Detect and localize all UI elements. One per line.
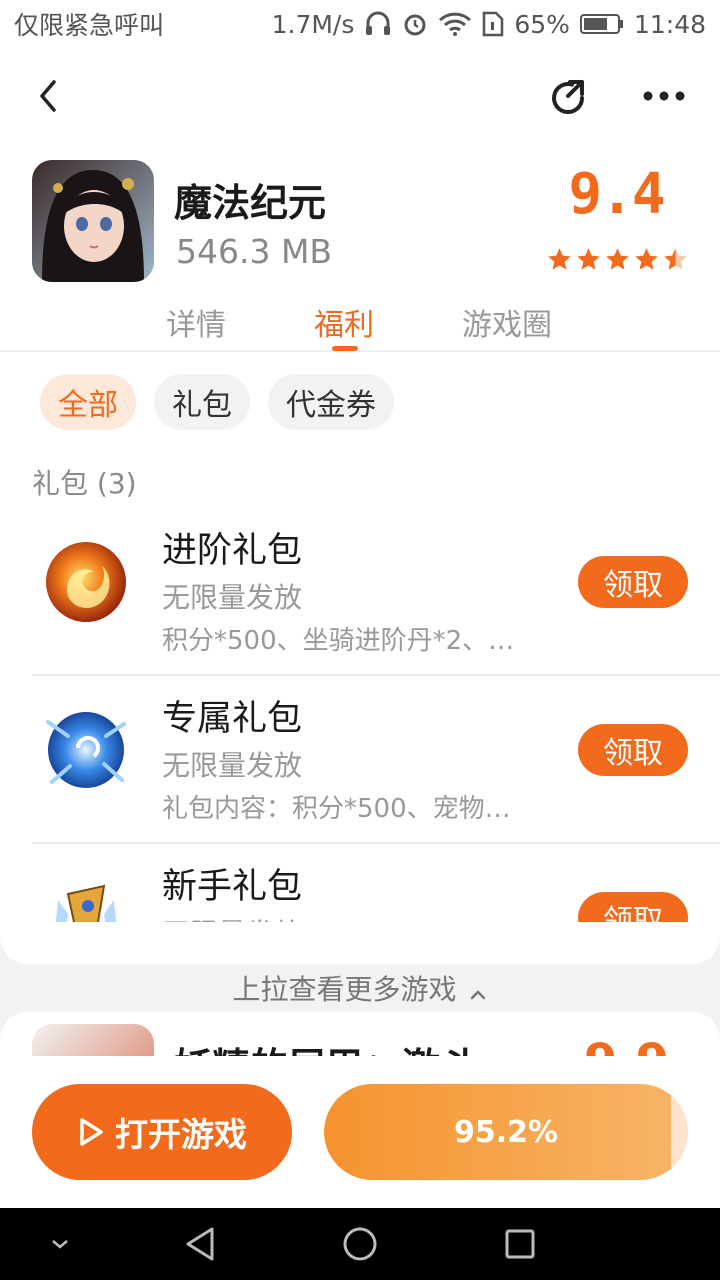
nav-home-button[interactable]	[340, 1224, 380, 1264]
list-item: 进阶礼包 无限量发放 积分*500、坐骑进阶丹*2、… 领取	[32, 508, 720, 676]
system-nav-bar	[0, 1208, 720, 1280]
gift-list: 进阶礼包 无限量发放 积分*500、坐骑进阶丹*2、… 领取 专属礼包 无限量发…	[32, 508, 720, 922]
nav-back-button[interactable]	[180, 1224, 220, 1264]
download-progress[interactable]: 95.2%	[324, 1084, 688, 1180]
share-button[interactable]	[544, 74, 592, 122]
chevron-up-icon	[469, 975, 487, 1008]
star-icon	[548, 248, 571, 270]
ice-orb-icon	[34, 698, 138, 802]
gift-name: 新手礼包	[162, 867, 303, 907]
pull-up-hint[interactable]: 上拉查看更多游戏	[0, 968, 720, 1008]
top-nav	[0, 48, 720, 144]
battery-percent: 65%	[514, 9, 570, 39]
nav-collapse-button[interactable]	[40, 1224, 80, 1264]
star-icon	[606, 248, 629, 270]
section-title: 礼包 (3)	[32, 467, 137, 500]
back-arrow-icon	[40, 80, 56, 112]
headphones-icon	[364, 11, 392, 37]
carrier-label: 仅限紧急呼叫	[14, 11, 165, 40]
gift-name: 进阶礼包	[162, 531, 303, 571]
app-header: 魔法纪元 546.3 MB 9.4	[0, 158, 720, 288]
filter-chips: 全部 礼包 代金券	[40, 374, 394, 430]
gift-quota: 无限量发放	[162, 581, 303, 614]
rating-score: 9.4	[568, 162, 665, 227]
play-icon	[80, 1118, 103, 1146]
gift-quota: 无限量发放	[162, 749, 303, 782]
claim-button[interactable]: 领取	[578, 724, 688, 776]
gift-quota: 无限量发放	[162, 912, 302, 922]
app-detail-sheet: 魔法纪元 546.3 MB 9.4 详情 福利 游戏圈 全部 礼包 代金券 礼包…	[0, 48, 720, 964]
status-bar: 仅限紧急呼叫 1.7M/s 65% 11:48	[0, 0, 720, 48]
tab-indicator	[332, 346, 358, 351]
open-game-button[interactable]: 打开游戏	[32, 1084, 292, 1180]
network-speed: 1.7M/s	[271, 9, 355, 39]
app-icon	[32, 160, 154, 282]
bottom-action-bar: 打开游戏 95.2%	[0, 1056, 720, 1208]
circle-home-icon	[343, 1227, 377, 1261]
wifi-icon	[438, 12, 472, 36]
claim-button[interactable]: 领取	[578, 556, 688, 608]
battery-icon	[579, 13, 624, 35]
progress-percent: 95.2%	[453, 1114, 559, 1150]
square-recents-icon	[505, 1229, 535, 1259]
triangle-back-icon	[186, 1227, 214, 1261]
gift-description: 礼包内容：积分*500、宠物…	[162, 794, 511, 824]
back-button[interactable]	[26, 74, 70, 118]
chevron-down-icon	[52, 1240, 68, 1249]
clock: 11:48	[633, 9, 706, 39]
share-icon	[552, 80, 584, 114]
golden-helmet-icon	[34, 866, 138, 922]
app-name: 魔法纪元	[174, 181, 327, 225]
list-item: 专属礼包 无限量发放 礼包内容：积分*500、宠物… 领取	[32, 676, 720, 844]
gift-description: 积分*500、坐骑进阶丹*2、…	[162, 626, 515, 656]
tab-bar: 详情 福利 游戏圈	[0, 288, 720, 352]
fire-orb-icon	[34, 530, 138, 634]
gift-name: 专属礼包	[162, 699, 303, 739]
pull-up-label: 上拉查看更多游戏	[232, 973, 457, 1006]
tab-benefits[interactable]: 福利	[314, 300, 374, 344]
chip-all[interactable]: 全部	[40, 374, 136, 430]
list-item: 新手礼包 无限量发放 领取	[32, 844, 720, 922]
alarm-icon	[402, 11, 428, 37]
star-icon	[664, 248, 687, 270]
tab-details[interactable]: 详情	[166, 300, 226, 344]
nav-recents-button[interactable]	[500, 1224, 540, 1264]
star-icon	[577, 248, 600, 270]
tab-community[interactable]: 游戏圈	[462, 300, 552, 344]
chip-gift-packs[interactable]: 礼包	[154, 374, 250, 430]
rating-stars	[546, 246, 689, 273]
more-options-button[interactable]	[636, 74, 692, 118]
claim-button[interactable]: 领取	[578, 892, 688, 922]
sim-card-icon	[482, 11, 504, 37]
star-icon	[635, 248, 658, 270]
chip-vouchers[interactable]: 代金券	[268, 374, 394, 430]
app-size: 546.3 MB	[176, 232, 333, 271]
open-game-label: 打开游戏	[115, 1115, 247, 1154]
more-dots-icon	[643, 91, 685, 101]
